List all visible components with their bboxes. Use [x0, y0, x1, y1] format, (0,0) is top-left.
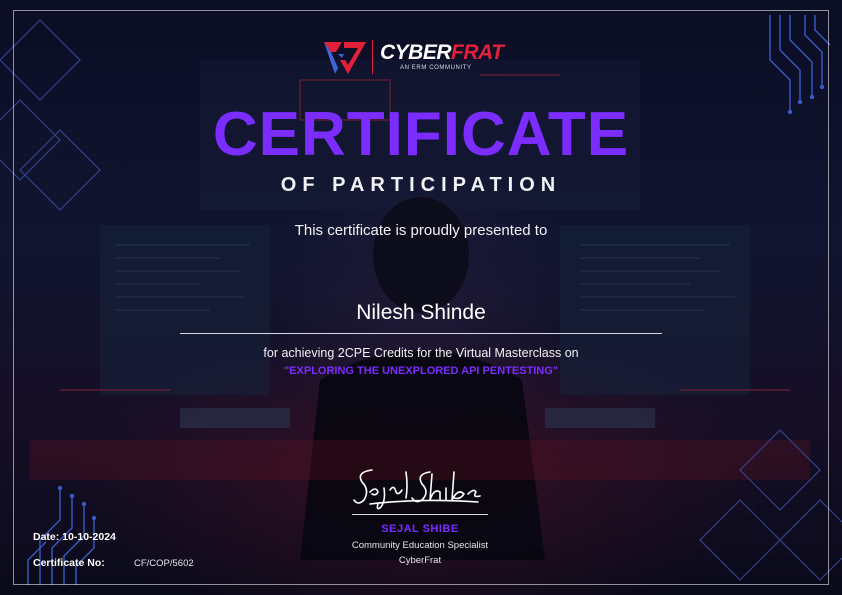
brand-logo: CYBERFRAT AN ERM COMMUNITY — [322, 38, 522, 78]
recipient-underline — [180, 333, 662, 334]
certificate-subtitle: OF PARTICIPATION — [280, 174, 562, 196]
signatory-name: SEJAL SHIBE — [381, 523, 459, 535]
brand-name: CYBERFRAT — [380, 41, 504, 64]
cyberfrat-logo-icon — [324, 42, 366, 74]
achievement-text: for achieving 2CPE Credits for the Virtu… — [263, 346, 579, 360]
certificate-number-label: Certificate No: — [33, 557, 105, 569]
recipient-name: Nilesh Shinde — [356, 301, 486, 324]
certificate-number: CF/COP/5602 — [134, 558, 194, 569]
masterclass-topic: "EXPLORING THE UNEXPLORED API PENTESTING… — [283, 365, 559, 377]
signatory-organization: CyberFrat — [398, 555, 442, 566]
certificate-page: CYBERFRAT AN ERM COMMUNITY CERTIFICATE O… — [0, 0, 842, 595]
presented-text: This certificate is proudly presented to — [294, 222, 548, 239]
brand-tagline: AN ERM COMMUNITY — [400, 65, 472, 71]
signatory-role: Community Education Specialist — [351, 540, 489, 551]
handwritten-signature — [353, 469, 481, 510]
logo-divider — [372, 40, 373, 74]
signature-line — [352, 514, 488, 515]
issue-date: Date: 10-10-2024 — [33, 531, 116, 543]
certificate-title: CERTIFICATE — [212, 100, 630, 169]
